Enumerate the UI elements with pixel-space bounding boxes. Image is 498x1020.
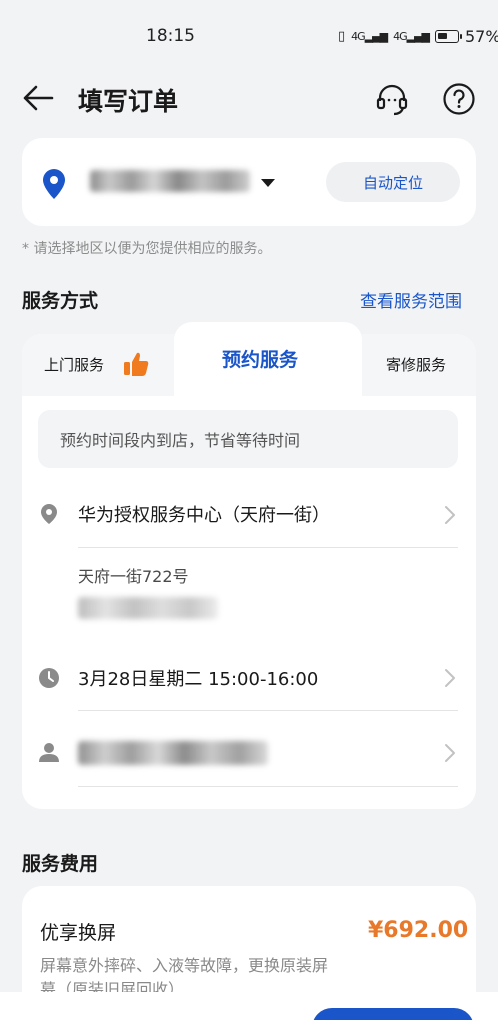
divider (78, 547, 458, 548)
status-bar: 18:15 ▯ 4G▂▄▆ 4G▂▄▆ 57% (0, 0, 498, 72)
contact-info-redacted[interactable] (78, 741, 268, 765)
signal-icon: 4G▂▄▆ (351, 30, 388, 43)
chevron-right-icon[interactable] (444, 743, 456, 763)
store-name[interactable]: 华为授权服务中心（天府一街） (78, 501, 330, 527)
service-fee-title: 服务费用 (22, 853, 99, 875)
status-time: 18:15 (146, 26, 195, 46)
region-hint: * 请选择地区以便为您提供相应的服务。 (22, 241, 272, 257)
chevron-right-icon[interactable] (444, 505, 456, 525)
headset-icon[interactable] (374, 81, 410, 117)
view-service-range-link[interactable]: 查看服务范围 (360, 287, 462, 312)
thumbs-up-icon (124, 352, 149, 376)
status-icons: ▯ 4G▂▄▆ 4G▂▄▆ 57% (338, 27, 498, 46)
pin-icon (43, 169, 65, 199)
back-arrow-icon[interactable] (22, 84, 54, 112)
chevron-right-icon[interactable] (444, 668, 456, 688)
tab-mail-in-service[interactable]: 寄修服务 (386, 354, 446, 375)
page-title: 填写订单 (78, 87, 179, 116)
location-text-redacted[interactable] (90, 170, 250, 192)
divider (78, 710, 458, 711)
auto-locate-button[interactable]: 自动定位 (326, 162, 460, 202)
store-address: 天府一街722号 (78, 567, 189, 586)
service-method-title: 服务方式 (22, 290, 99, 312)
help-icon[interactable] (442, 82, 476, 116)
battery-percent: 57% (465, 27, 498, 46)
tab-appointment-service[interactable]: 预约服务 (222, 345, 298, 372)
submit-order-button[interactable] (312, 1008, 474, 1020)
dropdown-arrow-icon[interactable] (260, 178, 276, 188)
person-icon (39, 743, 59, 762)
fee-item-price: ¥692.00 (368, 918, 469, 943)
store-phone-redacted (78, 597, 218, 619)
appointment-notice: 预约时间段内到店，节省等待时间 (38, 410, 458, 468)
store-location-icon (41, 504, 57, 524)
appointment-time[interactable]: 3月28日星期二 15:00-16:00 (78, 665, 318, 691)
vibrate-icon: ▯ (338, 29, 346, 44)
signal-icon-2: 4G▂▄▆ (393, 30, 430, 43)
tab-home-service[interactable]: 上门服务 (44, 354, 104, 375)
fee-item-name: 优享换屏 (40, 922, 117, 944)
divider (78, 786, 458, 787)
battery-icon (435, 30, 462, 43)
clock-icon (39, 668, 59, 688)
